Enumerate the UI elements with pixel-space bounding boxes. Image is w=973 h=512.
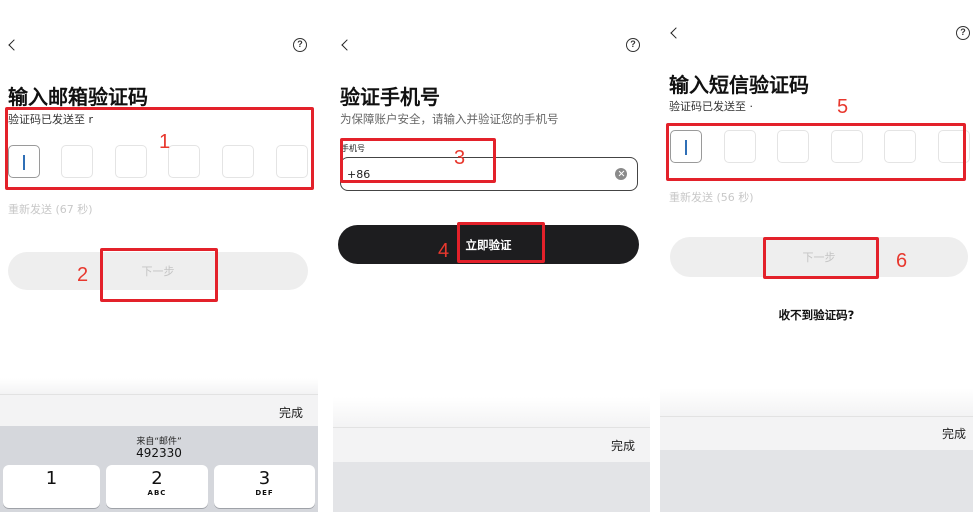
resend-countdown[interactable]: 重新发送 (67 秒)	[8, 201, 93, 217]
help-icon[interactable]	[293, 38, 307, 52]
done-button[interactable]: 完成	[611, 437, 635, 454]
key-3[interactable]: 3 DEF	[214, 465, 315, 508]
key-1[interactable]: 1	[3, 465, 100, 508]
annotation-number-2: 2	[77, 264, 89, 286]
keyboard-toolbar: 完成	[660, 416, 973, 450]
page-title: 输入短信验证码	[669, 73, 809, 97]
annotation-box-4	[457, 222, 545, 263]
key-letters: DEF	[255, 489, 274, 497]
annotation-number-4: 4	[438, 240, 450, 262]
keyboard-toolbar: 完成	[333, 427, 650, 462]
key-digit: 2	[151, 468, 163, 489]
suggestion-code: 492330	[136, 446, 182, 460]
page-title: 验证手机号	[340, 85, 440, 109]
annotation-box-5	[666, 123, 966, 181]
back-icon[interactable]	[666, 25, 682, 41]
annotation-box-2	[100, 248, 218, 302]
email-verification-screen: 输入邮箱验证码 验证码已发送至 r 重新发送 (67 秒) 下一步 1 2 完成…	[0, 0, 318, 512]
key-digit: 3	[258, 468, 271, 489]
annotation-number-5: 5	[837, 96, 849, 118]
help-icon[interactable]	[956, 26, 970, 40]
annotation-box-3	[340, 138, 496, 183]
otp-autofill-suggestion[interactable]: 来自“邮件” 492330	[0, 432, 318, 464]
page-title: 输入邮箱验证码	[8, 85, 148, 109]
clear-icon[interactable]	[615, 167, 627, 180]
annotation-number-1: 1	[159, 131, 171, 153]
back-icon[interactable]	[4, 37, 20, 53]
keyboard-fade	[660, 388, 973, 416]
sms-verification-screen: 输入短信验证码 验证码已发送至 · 重新发送 (56 秒) 下一步 收不到验证码…	[660, 0, 973, 512]
numeric-keyboard: 来自“邮件” 492330 1 2 ABC 3 DEF	[0, 426, 318, 512]
done-button[interactable]: 完成	[279, 404, 303, 421]
keyboard	[333, 462, 650, 512]
help-icon[interactable]	[626, 38, 640, 52]
annotation-number-6: 6	[896, 250, 908, 272]
keyboard	[660, 450, 973, 512]
back-icon[interactable]	[337, 37, 353, 53]
key-letters: ABC	[147, 489, 167, 497]
keyboard-fade	[0, 378, 318, 394]
page-subtitle: 为保障账户安全，请输入并验证您的手机号	[340, 112, 559, 126]
key-digit: 1	[45, 468, 58, 489]
keyboard-fade	[333, 397, 650, 427]
done-button[interactable]: 完成	[942, 425, 966, 442]
key-2[interactable]: 2 ABC	[106, 465, 208, 508]
cant-receive-code-link[interactable]: 收不到验证码?	[660, 307, 973, 323]
resend-countdown[interactable]: 重新发送 (56 秒)	[669, 189, 754, 205]
annotation-box-6	[763, 237, 879, 279]
sent-to-text: 验证码已发送至 ·	[669, 100, 753, 113]
phone-verification-screen: 验证手机号 为保障账户安全，请输入并验证您的手机号 手机号 +86 立即验证 3…	[333, 0, 650, 512]
keyboard-toolbar: 完成	[0, 394, 318, 426]
annotation-number-3: 3	[454, 147, 466, 169]
